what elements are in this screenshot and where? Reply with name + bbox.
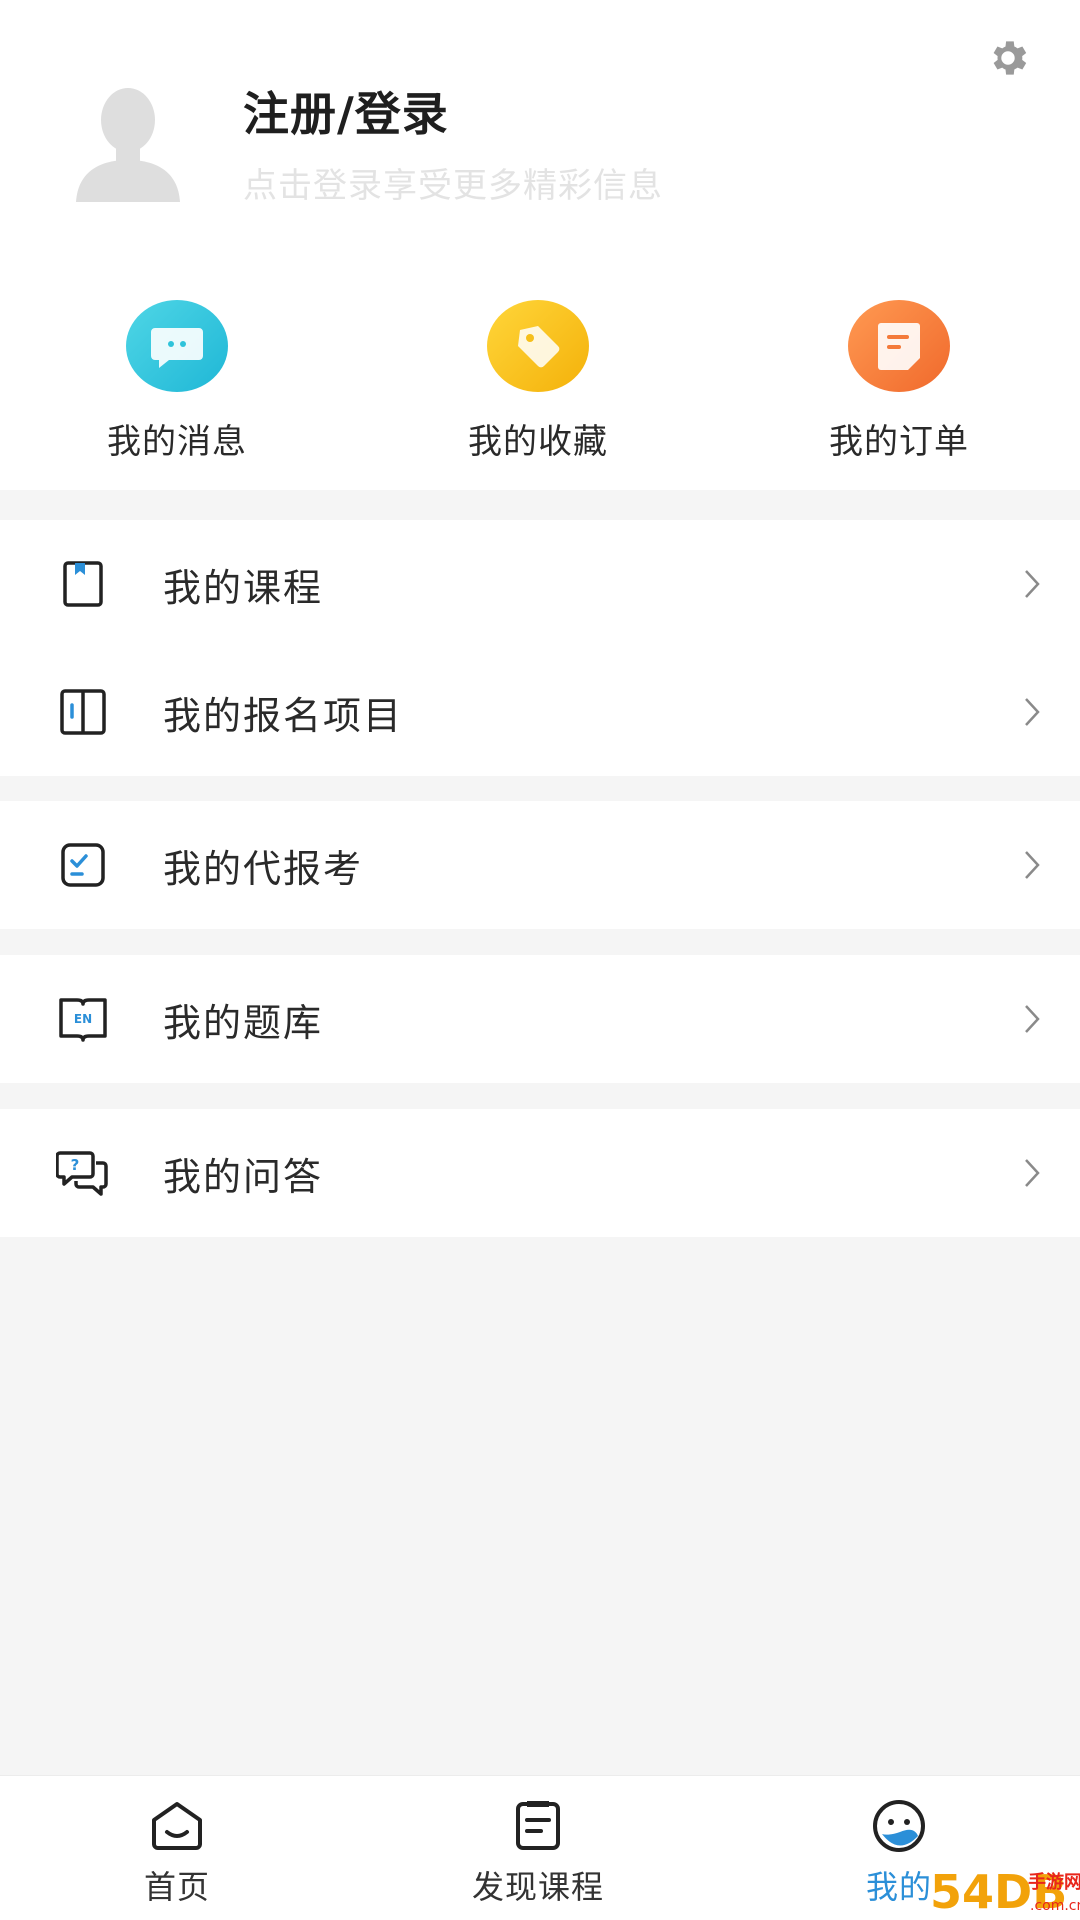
quick-entry-messages[interactable]: 我的消息 (27, 300, 327, 470)
menu-group-courses: 我的课程 我的报名项目 (0, 520, 1080, 776)
login-title[interactable]: 注册/登录 (243, 78, 449, 144)
discover-course-icon (508, 1798, 568, 1854)
quick-entry-label: 我的收藏 (468, 422, 608, 462)
settings-button[interactable] (978, 28, 1038, 88)
quick-entry-label: 我的消息 (107, 422, 247, 462)
menu-group-question-bank: EN 我的题库 (0, 955, 1080, 1083)
quick-entry-favorites[interactable]: 我的收藏 (388, 300, 688, 470)
login-subtitle: 点击登录享受更多精彩信息 (243, 166, 663, 206)
default-avatar-icon (76, 88, 180, 202)
chevron-right-icon (1018, 692, 1046, 732)
svg-text:.com.cn: .com.cn (1030, 1898, 1080, 1914)
gear-icon (993, 41, 1027, 75)
menu-group-qa: ? 我的问答 (0, 1109, 1080, 1237)
home-icon (147, 1798, 207, 1854)
menu-item-label: 我的代报考 (163, 846, 364, 891)
tab-label: 发现课程 (471, 1868, 604, 1906)
order-icon (848, 300, 950, 392)
profile-page: 注册/登录 点击登录享受更多精彩信息 我的消息 我的收藏 我的订单 我的课程 我… (0, 0, 1080, 1920)
menu-item-my-courses[interactable]: 我的课程 (0, 520, 1080, 648)
svg-text:?: ? (71, 1156, 80, 1174)
qa-chat-icon: ? (56, 1146, 110, 1200)
menu-item-question-bank[interactable]: EN 我的题库 (0, 955, 1080, 1083)
tab-discover-courses[interactable]: 发现课程 (388, 1776, 688, 1920)
menu-item-qa[interactable]: ? 我的问答 (0, 1109, 1080, 1237)
question-bank-icon: EN (56, 992, 110, 1046)
chevron-right-icon (1018, 999, 1046, 1039)
chevron-right-icon (1018, 845, 1046, 885)
menu-group-proxy-exam: 我的代报考 (0, 801, 1080, 929)
profile-face-icon (869, 1798, 929, 1854)
bottom-tab-bar: 首页 发现课程 我的 (0, 1775, 1080, 1920)
menu-item-label: 我的题库 (163, 1000, 324, 1045)
chevron-right-icon (1018, 1153, 1046, 1193)
quick-entries: 我的消息 我的收藏 我的订单 (0, 300, 1080, 470)
avatar[interactable] (72, 84, 184, 206)
open-book-icon (56, 685, 110, 739)
tab-label: 我的 (865, 1868, 932, 1906)
tag-icon (487, 300, 589, 392)
menu-item-my-enrollments[interactable]: 我的报名项目 (0, 648, 1080, 776)
menu-item-label: 我的报名项目 (163, 693, 404, 738)
message-icon (126, 300, 228, 392)
profile-header: 注册/登录 点击登录享受更多精彩信息 我的消息 我的收藏 我的订单 (0, 0, 1080, 490)
quick-entry-orders[interactable]: 我的订单 (749, 300, 1049, 470)
quick-entry-label: 我的订单 (829, 422, 969, 462)
course-book-icon (56, 557, 110, 611)
svg-text:EN: EN (74, 1012, 92, 1026)
checklist-icon (56, 838, 110, 892)
site-watermark: 54DB 手游网 .com.cn (928, 1858, 1080, 1920)
chevron-right-icon (1018, 564, 1046, 604)
svg-text:手游网: 手游网 (1028, 1871, 1080, 1893)
menu-item-label: 我的问答 (163, 1154, 324, 1199)
menu-item-label: 我的课程 (163, 565, 324, 610)
tab-label: 首页 (143, 1868, 210, 1906)
menu-item-proxy-registration[interactable]: 我的代报考 (0, 801, 1080, 929)
tab-home[interactable]: 首页 (27, 1776, 327, 1920)
